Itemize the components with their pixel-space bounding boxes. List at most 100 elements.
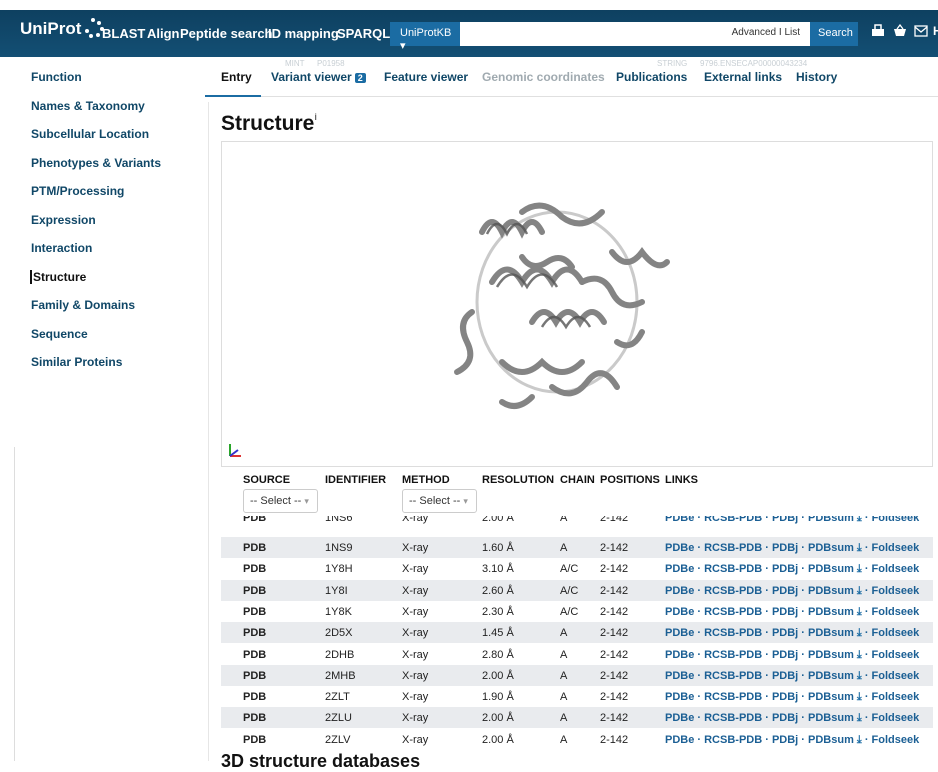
- links-text[interactable]: PDBe · RCSB-PDB · PDBj · PDBsum: [665, 606, 854, 618]
- foldseek-link[interactable]: · Foldseek: [862, 585, 919, 597]
- download-icon[interactable]: ⤓: [854, 712, 862, 724]
- cell-method: X-ray: [402, 516, 429, 524]
- col-positions[interactable]: POSITIONS: [600, 474, 660, 486]
- sidebar-item-family-domains[interactable]: Family & Domains: [31, 298, 135, 312]
- links-text[interactable]: PDBe · RCSB-PDB · PDBj · PDBsum: [665, 670, 854, 682]
- method-filter-select[interactable]: -- Select -- ▾: [402, 489, 477, 513]
- search-button[interactable]: Search: [810, 22, 858, 46]
- links-text[interactable]: PDBe · RCSB-PDB · PDBj · PDBsum: [665, 516, 854, 524]
- tab-variant-viewer[interactable]: Variant viewer 2: [271, 70, 366, 84]
- basket-icon[interactable]: [893, 23, 907, 40]
- cell-chain: A: [560, 542, 568, 554]
- tab-genomic-coordinates[interactable]: Genomic coordinates: [482, 70, 605, 84]
- foldseek-link[interactable]: · Foldseek: [862, 606, 919, 618]
- mail-icon[interactable]: [914, 24, 928, 40]
- download-icon[interactable]: ⤓: [854, 585, 862, 597]
- table-row-partial: PDB 1NS6 X-ray 2.00 Å A 2-142 PDBe · RCS…: [221, 516, 933, 534]
- foldseek-link[interactable]: · Foldseek: [862, 712, 919, 724]
- tab-feature-viewer[interactable]: Feature viewer: [384, 70, 468, 84]
- nav-id-mapping[interactable]: ID mapping: [268, 26, 339, 41]
- variant-badge: 2: [354, 73, 366, 83]
- foldseek-link[interactable]: · Foldseek: [862, 734, 919, 746]
- links-text[interactable]: PDBe · RCSB-PDB · PDBj · PDBsum: [665, 691, 854, 703]
- tab-history[interactable]: History: [796, 70, 837, 84]
- search-input[interactable]: Advanced I List: [460, 22, 810, 46]
- links-text[interactable]: PDBe · RCSB-PDB · PDBj · PDBsum: [665, 627, 854, 639]
- structure-links[interactable]: PDBe · RCSB-PDB · PDBj · PDBsum ⤓ · Fold…: [665, 734, 919, 747]
- tab-external-links[interactable]: External links: [704, 70, 782, 84]
- cell-chain: A/C: [560, 563, 579, 576]
- chevron-down-icon: ▾: [463, 496, 468, 506]
- nav-align[interactable]: Align: [147, 26, 180, 41]
- tab-entry[interactable]: Entry: [221, 70, 252, 84]
- structure-links[interactable]: PDBe · RCSB-PDB · PDBj · PDBsum ⤓ · Fold…: [665, 606, 919, 619]
- info-icon[interactable]: i: [314, 112, 317, 122]
- tool-icon[interactable]: [871, 24, 885, 40]
- foldseek-link[interactable]: · Foldseek: [862, 516, 919, 524]
- sidebar-item-expression[interactable]: Expression: [31, 213, 96, 227]
- foldseek-link[interactable]: · Foldseek: [862, 670, 919, 682]
- structure-3d-viewer[interactable]: [221, 141, 933, 467]
- download-icon[interactable]: ⤓: [854, 542, 862, 554]
- col-method[interactable]: METHOD: [402, 474, 450, 486]
- structure-links[interactable]: PDBe · RCSB-PDB · PDBj · PDBsum ⤓ · Fold…: [665, 585, 919, 598]
- download-icon[interactable]: ⤓: [854, 627, 862, 639]
- nav-blast[interactable]: BLAST: [102, 26, 145, 41]
- sidebar-item-subcellular-location[interactable]: Subcellular Location: [31, 127, 149, 141]
- structure-links[interactable]: PDBe · RCSB-PDB · PDBj · PDBsum ⤓ · Fold…: [665, 516, 919, 525]
- foldseek-link[interactable]: · Foldseek: [862, 691, 919, 703]
- sidebar-item-structure[interactable]: Structure: [30, 270, 86, 284]
- sidebar-divider: [14, 447, 15, 761]
- links-text[interactable]: PDBe · RCSB-PDB · PDBj · PDBsum: [665, 542, 854, 554]
- advanced-link[interactable]: Advanced: [732, 27, 776, 38]
- nav-peptide-search[interactable]: Peptide search: [180, 26, 273, 41]
- sidebar-item-sequence[interactable]: Sequence: [31, 327, 88, 341]
- table-row: PDB 2ZLU X-ray 2.00 Å A 2-142 PDBe · RCSB-PDB …: [221, 707, 933, 729]
- links-text[interactable]: PDBe · RCSB-PDB · PDBj · PDBsum: [665, 734, 854, 746]
- table-row: PDB 1Y8H X-ray 3.10 Å A/C 2-142 PDBe · RCSB-PD…: [221, 558, 933, 579]
- nav-sparql[interactable]: SPARQL: [337, 26, 390, 41]
- database-select[interactable]: UniProtKB ▾: [390, 22, 460, 52]
- sidebar-item-ptm-processing[interactable]: PTM/Processing: [31, 184, 124, 198]
- col-chain[interactable]: CHAIN: [560, 474, 595, 486]
- sidebar-item-function[interactable]: Function: [31, 70, 82, 84]
- structure-links[interactable]: PDBe · RCSB-PDB · PDBj · PDBsum ⤓ · Fold…: [665, 649, 919, 662]
- foldseek-link[interactable]: · Foldseek: [862, 542, 919, 554]
- cell-positions: 2-142: [600, 648, 629, 661]
- structure-links[interactable]: PDBe · RCSB-PDB · PDBj · PDBsum ⤓ · Fold…: [665, 563, 919, 576]
- uniprot-logo[interactable]: UniProt: [20, 18, 105, 40]
- col-resolution[interactable]: RESOLUTION: [482, 474, 554, 486]
- download-icon[interactable]: ⤓: [854, 670, 862, 682]
- col-source[interactable]: SOURCE: [243, 474, 290, 486]
- col-identifier[interactable]: IDENTIFIER: [325, 474, 386, 486]
- structure-links[interactable]: PDBe · RCSB-PDB · PDBj · PDBsum ⤓ · Fold…: [665, 691, 919, 704]
- cell-method: X-ray: [402, 605, 429, 618]
- sidebar-item-interaction[interactable]: Interaction: [31, 241, 92, 255]
- links-text[interactable]: PDBe · RCSB-PDB · PDBj · PDBsum: [665, 585, 854, 597]
- structure-links[interactable]: PDBe · RCSB-PDB · PDBj · PDBsum ⤓ · Fold…: [665, 670, 919, 683]
- foldseek-link[interactable]: · Foldseek: [862, 627, 919, 639]
- structure-links[interactable]: PDBe · RCSB-PDB · PDBj · PDBsum ⤓ · Fold…: [665, 542, 919, 555]
- download-icon[interactable]: ⤓: [854, 649, 862, 661]
- foldseek-link[interactable]: · Foldseek: [862, 649, 919, 661]
- cell-method: X-ray: [402, 542, 429, 554]
- source-filter-select[interactable]: -- Select -- ▾: [243, 489, 318, 513]
- foldseek-link[interactable]: · Foldseek: [862, 563, 919, 575]
- structure-links[interactable]: PDBe · RCSB-PDB · PDBj · PDBsum ⤓ · Fold…: [665, 627, 919, 640]
- cell-source: PDB: [243, 627, 267, 640]
- tab-publications[interactable]: Publications: [616, 70, 687, 84]
- download-icon[interactable]: ⤓: [854, 606, 862, 618]
- download-icon[interactable]: ⤓: [854, 691, 862, 703]
- links-text[interactable]: PDBe · RCSB-PDB · PDBj · PDBsum: [665, 712, 854, 724]
- links-text[interactable]: PDBe · RCSB-PDB · PDBj · PDBsum: [665, 649, 854, 661]
- sidebar-item-similar-proteins[interactable]: Similar Proteins: [31, 355, 122, 369]
- sidebar-item-phenotypes-variants[interactable]: Phenotypes & Variants: [31, 156, 161, 170]
- list-link[interactable]: List: [784, 27, 800, 38]
- structure-links[interactable]: PDBe · RCSB-PDB · PDBj · PDBsum ⤓ · Fold…: [665, 712, 919, 725]
- links-text[interactable]: PDBe · RCSB-PDB · PDBj · PDBsum: [665, 563, 854, 575]
- download-icon[interactable]: ⤓: [854, 734, 862, 746]
- cell-resolution: 2.60 Å: [482, 584, 514, 597]
- download-icon[interactable]: ⤓: [854, 563, 862, 575]
- help-icon[interactable]: H: [933, 24, 938, 38]
- sidebar-item-names-taxonomy[interactable]: Names & Taxonomy: [31, 99, 145, 113]
